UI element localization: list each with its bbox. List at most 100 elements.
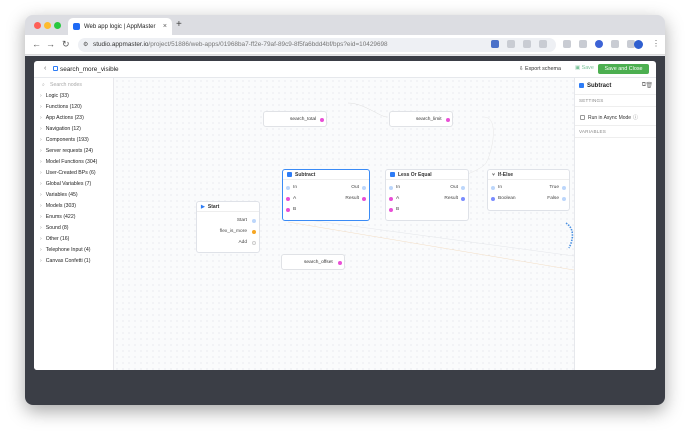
chevron-right-icon: ›	[40, 137, 42, 143]
output-pin[interactable]	[461, 197, 465, 201]
async-label: Run in Async Mode	[588, 115, 632, 121]
input-pin[interactable]	[491, 197, 495, 201]
profile-avatar[interactable]	[634, 40, 643, 49]
category-item[interactable]: › Models (303)	[40, 203, 76, 209]
node-search-input[interactable]: Search nodes	[50, 82, 82, 88]
screenshot-icon[interactable]	[579, 40, 587, 48]
output-pin[interactable]	[446, 118, 450, 122]
appmaster-favicon-icon	[73, 23, 80, 30]
exec-pin[interactable]	[491, 186, 495, 190]
trash-icon[interactable]: 🗑	[645, 82, 653, 89]
category-item[interactable]: › Enums (422)	[40, 214, 75, 220]
exec-pin[interactable]	[562, 186, 566, 190]
category-item[interactable]: › Logic (33)	[40, 93, 69, 99]
async-checkbox[interactable]	[580, 115, 585, 120]
back-icon[interactable]: ←	[32, 39, 41, 49]
node-title: Less Or Equal	[398, 171, 432, 178]
search-limit-node[interactable]: search_limit	[389, 111, 453, 127]
less-or-equal-node[interactable]: Less Or Equal In Out A Result B	[385, 169, 469, 221]
new-tab-icon[interactable]: +	[176, 19, 182, 30]
exec-pin[interactable]	[362, 186, 366, 190]
input-pin[interactable]	[389, 208, 393, 212]
export-schema-button[interactable]: ⇩ Export schema	[519, 66, 561, 72]
pin-label: Add	[238, 240, 247, 245]
connection-line	[285, 216, 574, 257]
extension-blue-icon[interactable]	[595, 40, 603, 48]
category-item[interactable]: › User-Created BPs (6)	[40, 170, 96, 176]
back-arrow-icon[interactable]: ‹	[44, 65, 46, 72]
category-item[interactable]: › Navigation (12)	[40, 126, 81, 132]
pin-label: Out	[351, 185, 359, 190]
close-window-button[interactable]	[34, 22, 41, 29]
info-icon[interactable]: ⓘ	[633, 114, 638, 121]
site-info-icon[interactable]: ⚙	[83, 41, 88, 48]
exec-pin[interactable]	[461, 186, 465, 190]
category-label: User-Created BPs (6)	[45, 170, 96, 176]
puzzle-icon[interactable]	[611, 40, 619, 48]
subtract-node[interactable]: Subtract In Out A Result B	[282, 169, 370, 221]
address-bar[interactable]: ⚙ studio.appmaster.io/project/51886/web-…	[78, 38, 556, 52]
close-tab-icon[interactable]: ×	[163, 23, 167, 30]
pill-label: search_offset	[304, 260, 333, 265]
if-else-node[interactable]: ⑂ If-Else In True Boolean False	[487, 169, 570, 211]
output-pin[interactable]	[362, 197, 366, 201]
reload-icon[interactable]: ↻	[62, 39, 70, 50]
input-pin[interactable]	[389, 197, 393, 201]
chevron-right-icon: ›	[40, 104, 42, 110]
input-pin[interactable]	[286, 197, 290, 201]
export-label: Export schema	[525, 66, 561, 72]
add-pin[interactable]	[252, 241, 256, 245]
category-item[interactable]: › Components (193)	[40, 137, 89, 143]
category-label: Navigation (12)	[45, 126, 81, 132]
pin-label: Result	[345, 196, 359, 201]
category-item[interactable]: › Canvas Confetti (1)	[40, 258, 90, 264]
browser-tab[interactable]: Web app logic | AppMaster ×	[68, 18, 172, 35]
properties-panel: Subtract ⧉ 🗑 SETTINGS Run in Async Mode …	[574, 78, 656, 370]
password-icon[interactable]	[523, 40, 531, 48]
variables-heading: VARIABLES	[579, 129, 606, 134]
category-label: Model Functions (304)	[45, 159, 98, 165]
exec-pin[interactable]	[252, 219, 256, 223]
chevron-right-icon: ›	[40, 247, 42, 253]
pin-label: A	[396, 196, 400, 201]
browser-window: Web app logic | AppMaster × + ← → ↻ ⚙ st…	[25, 15, 665, 405]
exec-connection	[565, 222, 574, 249]
category-label: Other (16)	[45, 236, 70, 242]
cast-icon[interactable]	[491, 40, 499, 48]
translate-icon[interactable]	[507, 40, 515, 48]
bookmark-star-icon[interactable]	[539, 40, 547, 48]
search-total-node[interactable]: search_total	[263, 111, 327, 127]
output-pin[interactable]	[338, 261, 342, 265]
category-item[interactable]: › Telephone Input (4)	[40, 247, 90, 253]
panel-title: Subtract	[587, 83, 612, 89]
save-button[interactable]: ▣ Save	[575, 65, 594, 71]
tab-bar: Web app logic | AppMaster × +	[25, 15, 665, 35]
category-item[interactable]: › Model Functions (304)	[40, 159, 97, 165]
output-pin[interactable]	[320, 118, 324, 122]
zoom-window-button[interactable]	[54, 22, 61, 29]
category-item[interactable]: › Functions (120)	[40, 104, 82, 110]
category-item[interactable]: › Variables (45)	[40, 192, 78, 198]
start-node[interactable]: ▶ Start Start flex_is_more Add	[196, 201, 260, 253]
category-label: Components (193)	[45, 137, 89, 143]
save-icon: ▣	[575, 65, 582, 71]
category-item[interactable]: › App Actions (23)	[40, 115, 84, 121]
search-offset-node[interactable]: search_offset	[281, 254, 345, 270]
category-item[interactable]: › Server requests (24)	[40, 148, 93, 154]
category-item[interactable]: › Other (16)	[40, 236, 69, 242]
exec-pin[interactable]	[286, 186, 290, 190]
exec-pin[interactable]	[389, 186, 393, 190]
connections-layer	[285, 102, 574, 271]
input-pin[interactable]	[286, 208, 290, 212]
minimize-window-button[interactable]	[44, 22, 51, 29]
save-and-close-button[interactable]: Save and Close	[598, 64, 649, 74]
forward-icon[interactable]: →	[46, 39, 55, 49]
exec-pin[interactable]	[562, 197, 566, 201]
save-label: Save	[581, 65, 594, 71]
output-pin[interactable]	[252, 230, 256, 234]
menu-kebab-icon[interactable]: ⋮	[652, 39, 660, 48]
extension-icon[interactable]	[563, 40, 571, 48]
category-item[interactable]: › Global Variables (7)	[40, 181, 91, 187]
logic-canvas[interactable]: search_total search_limit search_offset …	[114, 78, 574, 370]
category-item[interactable]: › Sound (8)	[40, 225, 69, 231]
